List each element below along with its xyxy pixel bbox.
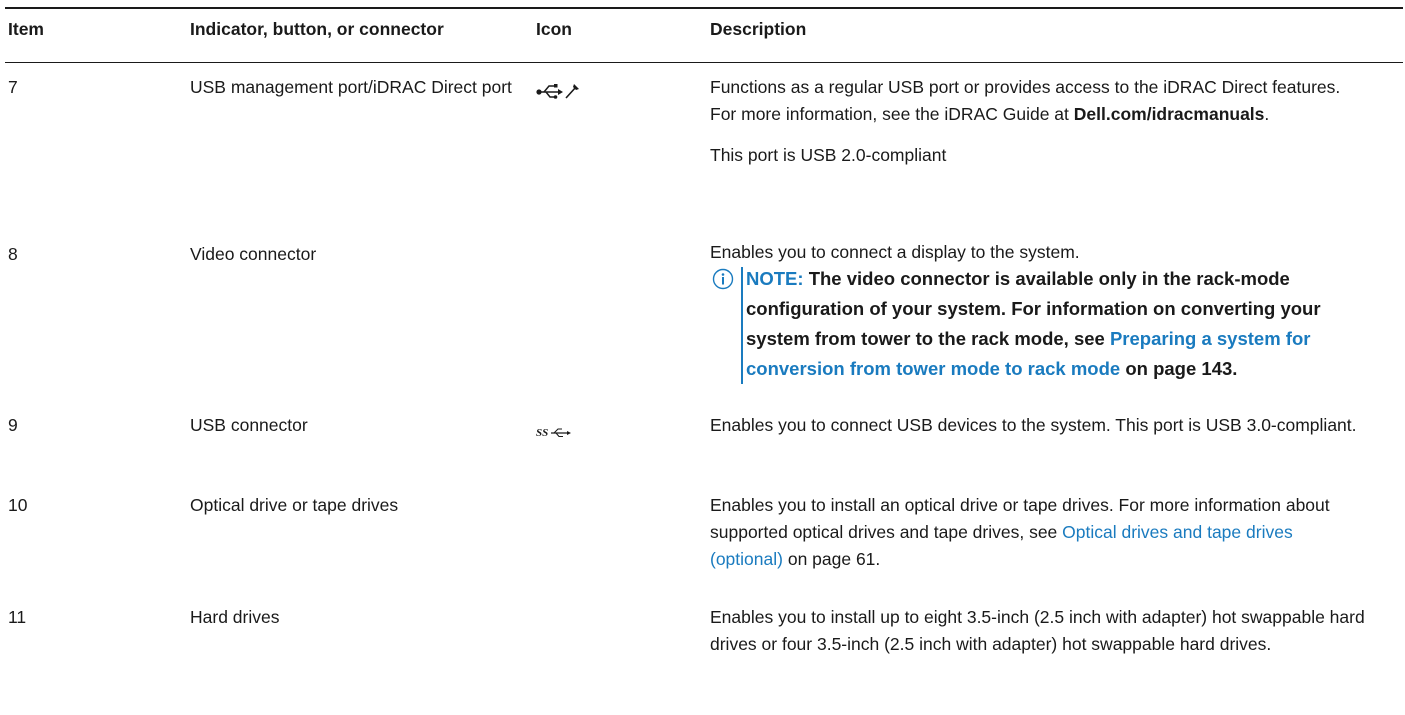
description-text-end: . [1264,104,1270,124]
row-description: Enables you to connect a display to the … [710,241,1370,384]
header-item: Item [8,19,44,39]
note-divider [741,267,743,384]
row-description: Enables you to install up to eight 3.5-i… [710,607,1365,654]
row-description: Enables you to connect USB devices to th… [710,415,1357,435]
svg-text:SS: SS [536,427,548,439]
description-text-end: on page 61. [782,549,881,569]
description-paragraph: Enables you to connect a display to the … [710,242,1080,262]
row-item-number: 9 [8,415,18,435]
header-indicator: Indicator, button, or connector [190,19,444,39]
note-body-end: on page 143. [1120,358,1238,379]
row-item-number: 7 [8,77,18,97]
table-row: 10 Optical drive or tape drives Enables … [5,490,1403,599]
table-row: 7 USB management port/iDRAC Direct port … [5,63,1403,238]
table-row: 9 USB connector SS Enables you to connec… [5,410,1403,490]
table-header: Item Indicator, button, or connector Ico… [5,7,1403,63]
row-item-number: 8 [8,244,18,264]
usb-management-icon [536,84,579,99]
row-indicator: USB management port/iDRAC Direct port [190,77,512,97]
note-text: NOTE: The video connector is available o… [746,264,1370,384]
header-icon: Icon [536,19,572,39]
header-description: Description [710,19,807,39]
row-description: Enables you to install an optical drive … [710,492,1370,573]
row-item-number: 11 [8,607,27,627]
info-icon [712,268,734,290]
usb-superspeed-icon: SS [536,427,571,439]
row-description: Functions as a regular USB port or provi… [710,74,1370,169]
row-indicator: Video connector [190,244,317,264]
note-label: NOTE: [746,268,804,289]
row-indicator: Hard drives [190,607,280,627]
connector-table: Item Indicator, button, or connector Ico… [5,7,1403,689]
row-item-number: 10 [8,495,28,515]
row-indicator: USB connector [190,415,308,435]
row-indicator: Optical drive or tape drives [190,495,399,515]
table-row: 11 Hard drives Enables you to install up… [5,599,1403,689]
description-paragraph-2: This port is USB 2.0-compliant [710,145,947,165]
description-paragraph: Functions as a regular USB port or provi… [710,74,1370,128]
table-row: 8 Video connector Enables you to connect… [5,238,1403,410]
idrac-manuals-link[interactable]: Dell.com/idracmanuals [1074,104,1265,124]
note-box: NOTE: The video connector is available o… [710,264,1370,384]
